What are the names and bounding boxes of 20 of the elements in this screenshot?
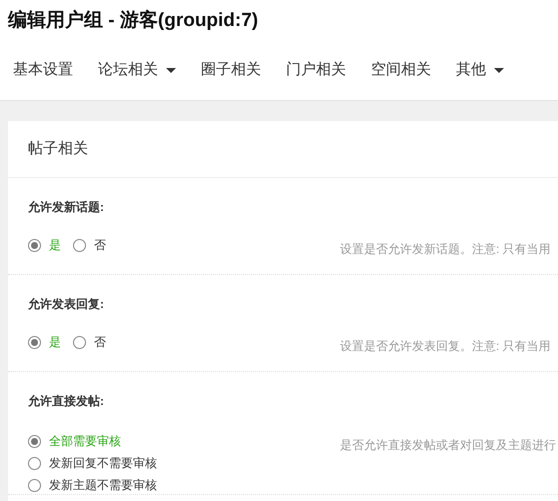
setting-description: 设置是否允许发表回复。注意: 只有当用	[340, 338, 551, 355]
setting-description: 是否允许直接发帖或者对回复及主题进行	[340, 437, 556, 454]
nav-tab[interactable]: 论坛相关	[98, 58, 176, 82]
setting-description: 设置是否允许发新话题。注意: 只有当用	[340, 241, 551, 258]
setting-label: 允许直接发帖:	[28, 393, 105, 410]
nav-tab[interactable]: 空间相关	[371, 58, 431, 82]
radio-option[interactable]: 否	[73, 236, 106, 254]
radio-option[interactable]: 否	[73, 333, 106, 351]
setting-label: 允许发表回复:	[28, 296, 105, 313]
radio-option[interactable]: 发新回复不需要审核	[28, 454, 340, 472]
radio-option[interactable]: 发新主题不需要审核	[28, 476, 340, 494]
nav-tab[interactable]: 门户相关	[286, 58, 346, 82]
nav-tab[interactable]: 其他	[456, 58, 504, 82]
nav-tab[interactable]: 圈子相关	[201, 58, 261, 82]
caret-icon	[166, 68, 176, 72]
setting-label: 允许发新话题:	[28, 199, 105, 216]
page-title: 编辑用户组 - 游客(groupid:7)	[8, 8, 260, 33]
card-title: 帖子相关	[8, 121, 558, 178]
caret-icon	[494, 68, 504, 72]
nav-tab[interactable]: 基本设置	[13, 58, 73, 82]
